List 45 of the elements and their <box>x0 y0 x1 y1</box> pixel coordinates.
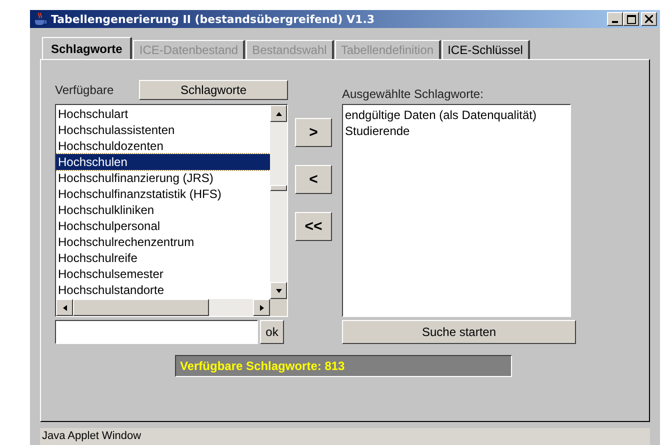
tab[interactable]: ICE-Schlüssel <box>442 40 530 59</box>
arrow-up-icon <box>274 110 282 116</box>
count-bar: Verfügbare Schlagworte: 813 <box>175 355 512 377</box>
list-item[interactable]: Hochschulsemester <box>56 266 270 282</box>
ok-button[interactable]: ok <box>260 320 284 344</box>
move-button[interactable]: << <box>295 212 332 241</box>
maximize-icon <box>626 14 636 24</box>
arrow-left-icon <box>62 304 68 312</box>
arrow-down-icon <box>274 288 282 294</box>
close-icon <box>645 15 653 23</box>
list-item[interactable]: Studierende <box>345 123 568 139</box>
scrollbar-corner <box>270 299 287 316</box>
tab[interactable]: Schlagworte <box>42 37 132 59</box>
maximize-button[interactable] <box>623 12 639 26</box>
scroll-thumb[interactable] <box>73 299 209 316</box>
arrow-right-icon <box>258 304 264 312</box>
list-item[interactable]: Hochschulfinanzierung (JRS) <box>56 170 270 186</box>
search-button[interactable]: Suche starten <box>342 320 576 344</box>
list-item[interactable]: Hochschulen <box>56 154 270 170</box>
list-item[interactable]: Hochschulfinanzstatistik (HFS) <box>56 186 270 202</box>
scroll-thumb[interactable] <box>270 185 287 191</box>
list-item[interactable]: Hochschulreife <box>56 250 270 266</box>
list-item[interactable]: Hochschulassistenten <box>56 122 270 138</box>
list-label: Verfügbare <box>55 83 115 97</box>
list-item[interactable]: endgültige Daten (als Datenqualität) <box>345 107 568 123</box>
list-item[interactable]: Hochschulkliniken <box>56 202 270 218</box>
list-item[interactable]: Hochschulart <box>56 106 270 122</box>
list-item[interactable]: Hochschulrechenzentrum <box>56 234 270 250</box>
input-field[interactable] <box>55 320 258 344</box>
selected-list[interactable]: endgültige Daten (als Datenqualität) Studierende <box>342 104 571 317</box>
close-button[interactable] <box>641 12 657 26</box>
list-item[interactable]: Hochschulpersonal <box>56 218 270 234</box>
move-button[interactable]: > <box>295 118 332 147</box>
list-label: Ausgewählte Schlagworte: <box>342 87 484 101</box>
keywords-button[interactable]: Schlagworte <box>139 80 288 100</box>
status-bar: Java Applet Window <box>40 428 650 445</box>
list-item[interactable]: Hochschuldozenten <box>56 138 270 154</box>
minimize-button[interactable] <box>607 12 623 26</box>
coffee-cup-icon <box>33 12 47 26</box>
move-button[interactable]: < <box>295 165 332 194</box>
vertical-scrollbar[interactable] <box>270 105 287 299</box>
keyword-list[interactable] <box>55 104 288 317</box>
list-item[interactable]: Hochschulstandorte <box>56 282 270 298</box>
horizontal-scrollbar[interactable] <box>56 299 270 316</box>
window-title: Tabellengenerierung II (bestandsübergreifend) V1.3 <box>51 12 376 26</box>
